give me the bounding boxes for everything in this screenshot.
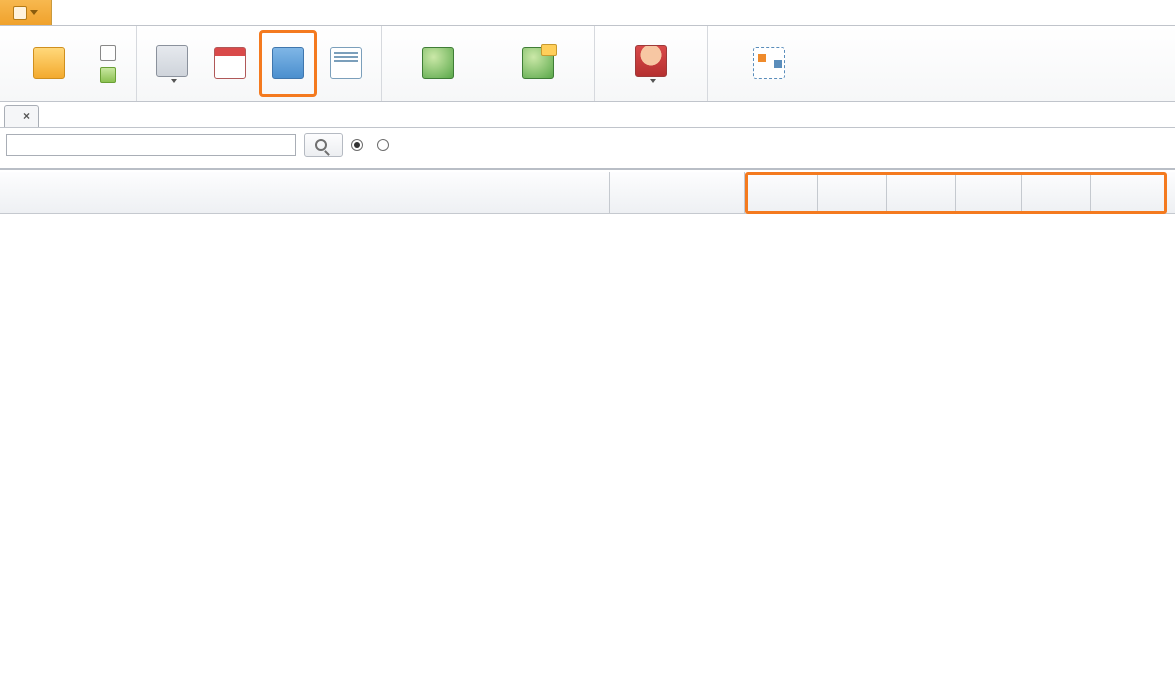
col-link-5[interactable] (1091, 172, 1164, 213)
supplier-check-label (647, 79, 656, 83)
book-icon (272, 47, 304, 79)
radio-search-directory[interactable] (351, 139, 369, 151)
find-button[interactable] (304, 133, 343, 157)
person-icon (635, 45, 667, 77)
calendar-icon (214, 47, 246, 79)
radio-icon (351, 139, 363, 151)
col-link-4[interactable] (1022, 172, 1091, 213)
radio-icon (377, 139, 389, 151)
globe-doc-icon (522, 47, 554, 79)
col-link-0[interactable] (745, 172, 818, 213)
calc-deadlines-button[interactable] (201, 30, 259, 97)
doc-search-button[interactable] (488, 30, 588, 97)
compat-icon (753, 47, 785, 79)
search-bar (0, 128, 1175, 162)
document-tabs: × (0, 102, 1175, 128)
chevron-down-icon (30, 10, 38, 15)
okpd-compat-button[interactable] (714, 30, 824, 97)
tab-okpd2[interactable]: × (4, 105, 39, 127)
clipboard-icon (100, 45, 116, 61)
app-icon (13, 6, 27, 20)
radio-search-eis[interactable] (377, 139, 395, 151)
close-icon[interactable]: × (23, 109, 30, 123)
okpd2-button[interactable] (259, 30, 317, 97)
notes-icon (330, 47, 362, 79)
chevron-down-icon (171, 79, 177, 83)
all-purchases-button[interactable] (6, 30, 92, 97)
nmck-button[interactable] (143, 30, 201, 97)
search-input[interactable] (6, 134, 296, 156)
col-classifier[interactable] (0, 172, 610, 213)
ribbon (0, 26, 1175, 102)
col-link-2[interactable] (887, 172, 956, 213)
col-link-1[interactable] (818, 172, 887, 213)
chevron-down-icon (650, 79, 656, 83)
globe-icon (422, 47, 454, 79)
done-button[interactable] (100, 67, 122, 83)
check-icon (100, 67, 116, 83)
data-grid (0, 168, 1175, 214)
price-search-button[interactable] (388, 30, 488, 97)
grid-header (0, 172, 1175, 214)
calculator-icon (156, 45, 188, 77)
folder-icon (33, 47, 65, 79)
supplier-check-button[interactable] (601, 30, 701, 97)
ktru-button[interactable] (317, 30, 375, 97)
col-typical-contract[interactable] (610, 172, 745, 213)
col-link-3[interactable] (956, 172, 1022, 213)
app-menu-button[interactable] (0, 0, 52, 25)
search-icon (315, 139, 327, 151)
main-menu-bar (0, 0, 1175, 26)
nmck-label (168, 79, 177, 83)
planned-button[interactable] (100, 45, 122, 61)
